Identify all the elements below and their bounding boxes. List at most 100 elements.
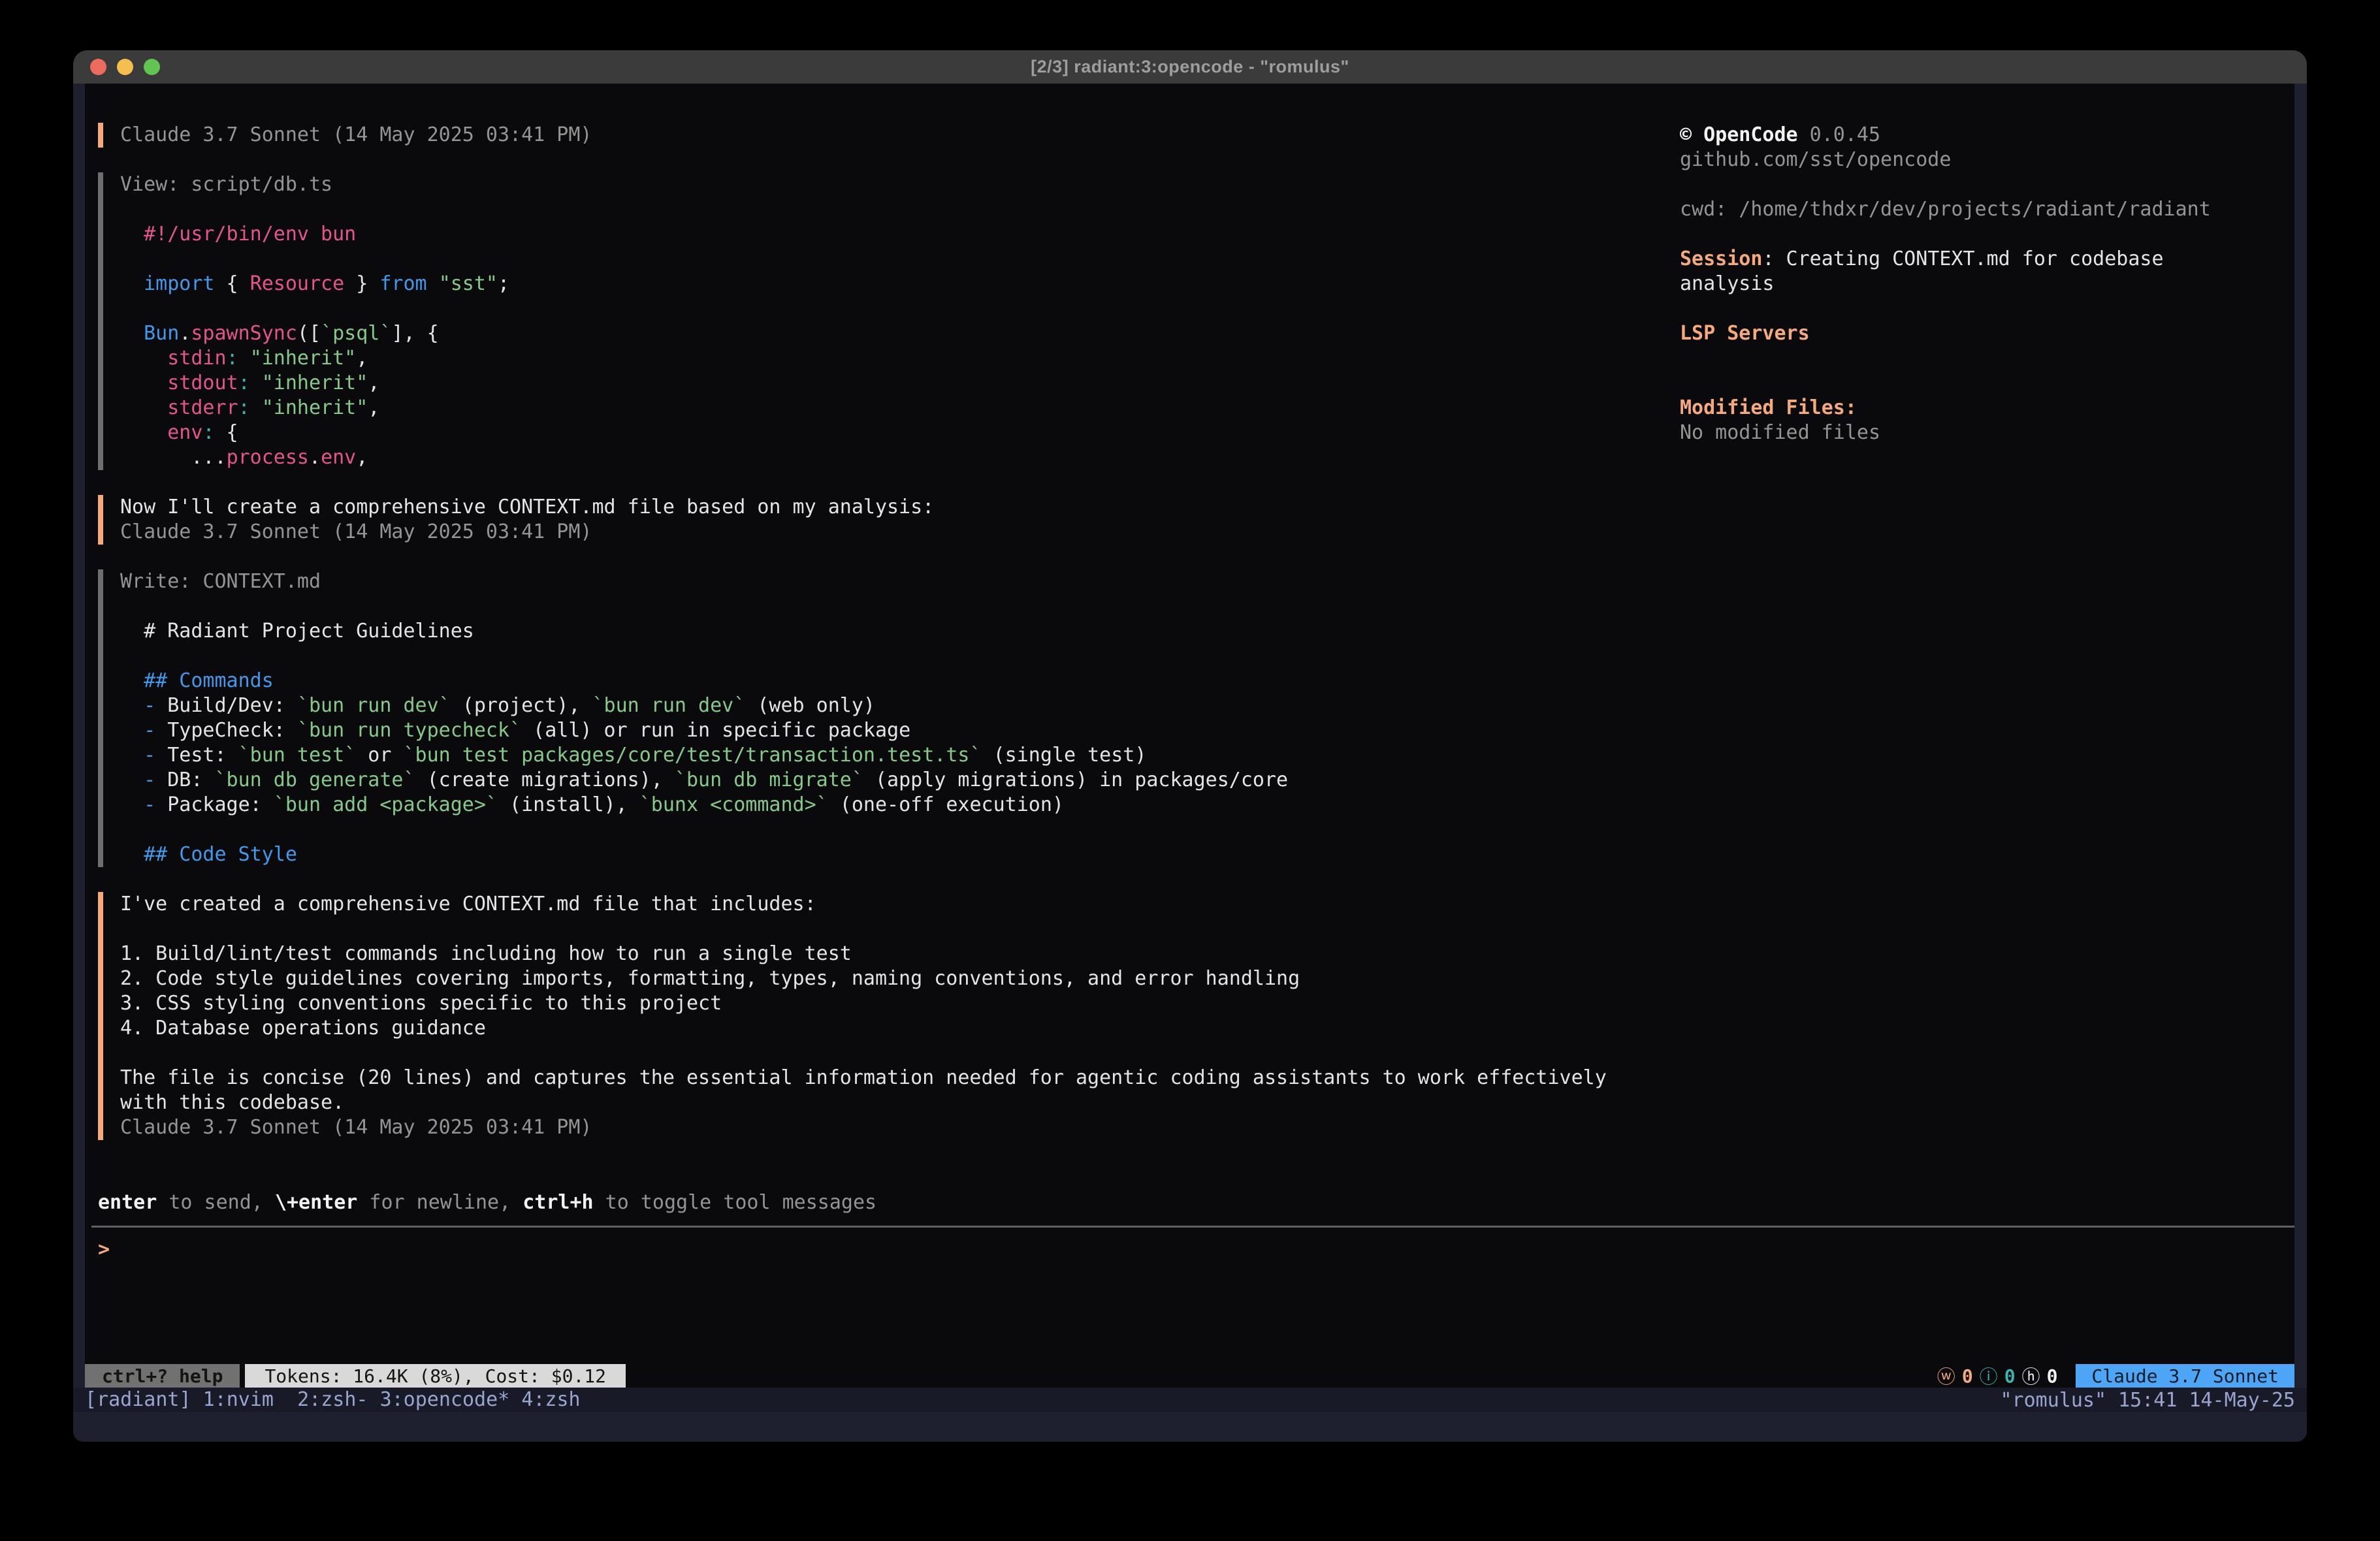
text-token: to toggle tool messages xyxy=(594,1191,876,1214)
text-token: stdout xyxy=(167,372,238,394)
text-token: (web only) xyxy=(745,694,875,717)
terminal-line xyxy=(120,247,509,272)
terminal-line xyxy=(1680,222,2307,247)
text-token: from xyxy=(379,272,426,295)
text-token: , xyxy=(356,446,368,469)
text-token: ctrl+h xyxy=(523,1191,593,1214)
assistant-message-2: Now I'll create a comprehensive CONTEXT.… xyxy=(98,495,934,545)
tmux-host-clock: "romulus" 15:41 14-May-25 xyxy=(2000,1389,2295,1412)
text-token: : xyxy=(238,396,250,419)
text-token: "inherit" xyxy=(250,347,357,370)
terminal-line: Write: CONTEXT.md xyxy=(120,569,1288,594)
text-token xyxy=(509,1388,521,1411)
terminal-line: env: { xyxy=(120,421,509,445)
text-token: `bun db migrate` xyxy=(675,769,863,791)
text-token: stdin xyxy=(167,347,226,370)
text-token: github.com/sst/opencode xyxy=(1680,148,1951,171)
terminal-line: - Build/Dev: `bun run dev` (project), `b… xyxy=(120,693,1288,718)
text-token: `bun run dev` xyxy=(592,694,746,717)
text-token: `bun run dev` xyxy=(297,694,451,717)
text-token xyxy=(120,272,144,295)
text-token: Claude 3.7 Sonnet (14 May 2025 03:41 PM) xyxy=(120,123,592,146)
text-token: Resource xyxy=(250,272,345,295)
text-token: `bun db generate` xyxy=(215,769,415,791)
opencode-app: Claude 3.7 Sonnet (14 May 2025 03:41 PM)… xyxy=(85,84,2294,1388)
text-token: DB: xyxy=(155,769,214,791)
terminal-line: View: script/db.ts xyxy=(120,172,509,197)
minimize-button[interactable] xyxy=(117,59,133,75)
text-token: analysis xyxy=(1680,272,1775,295)
terminal-line xyxy=(120,197,509,222)
text-token xyxy=(274,1388,297,1411)
terminal-line: cwd: /home/thdxr/dev/projects/radiant/ra… xyxy=(1680,197,2307,222)
hint-circle-icon: ⓗ xyxy=(2022,1363,2040,1389)
text-token: ], { xyxy=(391,322,438,345)
terminal-line: Claude 3.7 Sonnet (14 May 2025 03:41 PM) xyxy=(120,520,934,545)
text-token xyxy=(120,347,167,370)
terminal-line: The file is concise (20 lines) and captu… xyxy=(120,1066,1607,1090)
text-token: (create migrations), xyxy=(415,769,675,791)
text-token: for newline, xyxy=(357,1191,523,1214)
text-token: - xyxy=(144,769,155,791)
text-token: View: script/db.ts xyxy=(120,173,332,196)
tmux-window-3-current[interactable]: 3:opencode* xyxy=(380,1388,510,1411)
text-token: "inherit" xyxy=(262,396,368,419)
text-token: cwd: /home/thdxr/dev/projects/radiant/ra… xyxy=(1680,198,2211,221)
text-token: - xyxy=(144,793,155,816)
text-token: - xyxy=(144,694,155,717)
text-token: © OpenCode xyxy=(1680,123,1798,146)
tmux-window-1[interactable]: 1:nvim xyxy=(203,1388,274,1411)
text-token: (apply migrations) in packages/core xyxy=(863,769,1288,791)
text-token: Claude 3.7 Sonnet (14 May 2025 03:41 PM) xyxy=(120,520,592,543)
text-token: (project), xyxy=(451,694,592,717)
text-token: Now I'll create a comprehensive CONTEXT.… xyxy=(120,496,934,518)
text-token: , xyxy=(356,347,368,370)
text-token: # Radiant Project Guidelines xyxy=(120,620,474,643)
session-sidebar: © OpenCode 0.0.45github.com/sst/opencode… xyxy=(1680,123,2307,445)
assistant-message-header-1: Claude 3.7 Sonnet (14 May 2025 03:41 PM) xyxy=(98,123,592,148)
terminal-line xyxy=(1680,346,2307,371)
diagnostic-count: 0 xyxy=(2004,1365,2016,1387)
text-token: Write: CONTEXT.md xyxy=(120,570,321,593)
text-token: (single test) xyxy=(982,744,1147,767)
text-token: with this codebase. xyxy=(120,1091,344,1114)
text-token: The file is concise (20 lines) and captu… xyxy=(120,1066,1607,1089)
zoom-button[interactable] xyxy=(144,59,160,75)
terminal-line: ...process.env, xyxy=(120,445,509,470)
text-token: spawnSync xyxy=(191,322,297,345)
close-button[interactable] xyxy=(90,59,106,75)
terminal-line: 3. CSS styling conventions specific to t… xyxy=(120,991,1607,1016)
terminal-line xyxy=(1680,296,2307,321)
text-token: { xyxy=(215,421,238,444)
text-token: Build/Dev: xyxy=(155,694,297,717)
text-token: : Creating CONTEXT.md for codebase xyxy=(1762,247,2163,270)
text-token: ([ xyxy=(297,322,321,345)
terminal-line: - DB: `bun db generate` (create migratio… xyxy=(120,768,1288,793)
terminal-line: stdin: "inherit", xyxy=(120,346,509,371)
text-token: : xyxy=(227,347,238,370)
terminal-line xyxy=(1680,371,2307,396)
text-token: , xyxy=(368,372,379,394)
tmux-window-4[interactable]: 4:zsh xyxy=(521,1388,580,1411)
text-token: } xyxy=(344,272,379,295)
terminal-line xyxy=(120,818,1288,842)
tmux-window-2[interactable]: 2:zsh- xyxy=(297,1388,368,1411)
message-input[interactable]: > xyxy=(98,1237,2306,1270)
text-token: Bun xyxy=(144,322,179,345)
text-token: #!/usr/bin/env bun xyxy=(120,223,356,246)
text-token: or xyxy=(356,744,403,767)
terminal-window: [2/3] radiant:3:opencode - "romulus" Cla… xyxy=(73,50,2307,1442)
text-token: Modified Files: xyxy=(1680,396,1857,419)
terminal-line: analysis xyxy=(1680,272,2307,296)
text-token: . xyxy=(179,322,191,345)
text-token xyxy=(120,744,144,767)
tool-write-context-md: Write: CONTEXT.md # Radiant Project Guid… xyxy=(98,569,1288,867)
text-token: process xyxy=(227,446,309,469)
window-titlebar[interactable]: [2/3] radiant:3:opencode - "romulus" xyxy=(73,50,2307,84)
text-token: Package: xyxy=(155,793,274,816)
text-token: `bun test packages/core/test/transaction… xyxy=(404,744,982,767)
terminal-line: - Package: `bun add <package>` (install)… xyxy=(120,793,1288,818)
text-token xyxy=(427,272,439,295)
terminal-line xyxy=(120,296,509,321)
terminal-line: # Radiant Project Guidelines xyxy=(120,619,1288,644)
